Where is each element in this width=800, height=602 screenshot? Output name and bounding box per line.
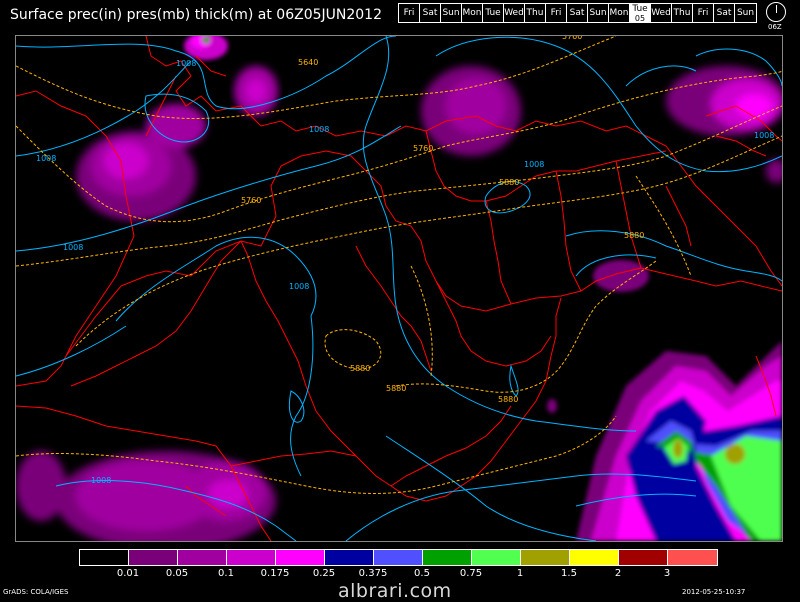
- day-tab-label: Fri: [697, 8, 709, 18]
- thickness-label: 5880: [499, 178, 519, 187]
- legend-label: 3: [663, 568, 671, 579]
- precip-blob-southeast: [576, 341, 782, 541]
- thickness-label: 5760: [413, 144, 433, 153]
- map-title: Surface prec(in) pres(mb) thick(m) at 06…: [10, 7, 382, 23]
- color-legend-labels: 0.01 0.05 0.1 0.175 0.25 0.375 0.5 0.75 1 1.5 2 3: [79, 568, 719, 580]
- day-tab-fri[interactable]: Fri: [693, 4, 714, 22]
- day-tab-label: Tue: [485, 8, 501, 18]
- day-tab-label: Wed: [651, 8, 671, 18]
- day-selector: Fri Sat Sun Mon Tue Wed Thu Fri Sat Sun Mon Tue 05 We…: [398, 3, 757, 23]
- day-tab-label: Thu: [673, 8, 691, 18]
- legend-swatch: [129, 550, 178, 565]
- day-tab-sat[interactable]: Sat: [714, 4, 735, 22]
- legend-swatch: [521, 550, 570, 565]
- day-tab-label: Mon: [609, 8, 629, 18]
- day-tab-label: Sun: [442, 8, 460, 18]
- weather-map-svg: 1008 1008 1008 1008 1008 1008 1008 1008 …: [16, 36, 782, 541]
- color-legend-bar: [79, 549, 718, 566]
- day-tab-wed[interactable]: Wed: [651, 4, 672, 22]
- legend-label: 0.175: [260, 568, 290, 579]
- day-tab-label: Thu: [526, 8, 544, 18]
- legend-label: 0.5: [414, 568, 430, 579]
- day-tab-label: Wed: [504, 8, 524, 18]
- grads-credit: GrADS: COLA/IGES: [3, 588, 69, 596]
- legend-label: 0.05: [165, 568, 189, 579]
- day-tab-label: Fri: [403, 8, 415, 18]
- legend-label: 0.375: [358, 568, 388, 579]
- day-tab-sun[interactable]: Sun: [441, 4, 462, 22]
- timestamp: 2012-05-25-10:37: [682, 588, 746, 596]
- day-tab-label: Fri: [550, 8, 562, 18]
- thickness-label: 5880: [386, 384, 406, 393]
- thickness-label: 5760: [241, 196, 261, 205]
- legend-swatch: [80, 550, 129, 565]
- day-tab-sun[interactable]: Sun: [735, 4, 756, 22]
- day-tab-thu[interactable]: Thu: [525, 4, 546, 22]
- pressure-label: 1008: [309, 125, 329, 134]
- watermark: albrari.com: [338, 580, 452, 602]
- day-tab-fri[interactable]: Fri: [546, 4, 567, 22]
- legend-swatch: [619, 550, 668, 565]
- day-tab-date: 05: [634, 14, 646, 23]
- thickness-label: 5760: [562, 36, 582, 41]
- day-tab-sat[interactable]: Sat: [420, 4, 441, 22]
- thickness-label: 5880: [498, 395, 518, 404]
- legend-swatch: [472, 550, 521, 565]
- legend-swatch: [423, 550, 472, 565]
- pressure-label: 1008: [36, 154, 56, 163]
- day-tab-label: Mon: [462, 8, 482, 18]
- legend-label: 0.25: [312, 568, 336, 579]
- pressure-label: 1008: [754, 131, 774, 140]
- day-tab-sat[interactable]: Sat: [567, 4, 588, 22]
- legend-swatch: [325, 550, 374, 565]
- legend-label: 0.01: [116, 568, 140, 579]
- day-tab-fri[interactable]: Fri: [399, 4, 420, 22]
- day-tab-mon[interactable]: Mon: [462, 4, 483, 22]
- legend-label: 1: [516, 568, 524, 579]
- day-tab-label: Sun: [589, 8, 607, 18]
- day-tab-tue[interactable]: Tue 05: [630, 4, 651, 23]
- pressure-label: 1008: [91, 476, 111, 485]
- legend-label: 2: [614, 568, 622, 579]
- clock-label: 06Z: [768, 23, 782, 31]
- thickness-label: 5880: [350, 364, 370, 373]
- legend-label: 0.75: [459, 568, 483, 579]
- day-tab-label: Sat: [422, 8, 438, 18]
- day-tab-mon[interactable]: Mon: [609, 4, 630, 22]
- legend-swatch: [178, 550, 227, 565]
- precip-blob-northwest: [76, 104, 206, 221]
- legend-swatch: [668, 550, 717, 565]
- day-tab-label: Sat: [569, 8, 585, 18]
- pressure-label: 1008: [63, 243, 83, 252]
- thickness-label: 5640: [298, 58, 318, 67]
- day-tab-thu[interactable]: Thu: [672, 4, 693, 22]
- day-tab-wed[interactable]: Wed: [504, 4, 525, 22]
- legend-swatch: [276, 550, 325, 565]
- thickness-label: 5880: [624, 231, 644, 240]
- legend-swatch: [227, 550, 276, 565]
- legend-label: 1.5: [561, 568, 577, 579]
- clock-icon: [766, 2, 786, 22]
- day-tab-tue[interactable]: Tue: [483, 4, 504, 22]
- pressure-label: 1008: [289, 282, 309, 291]
- pressure-label: 1008: [176, 59, 196, 68]
- day-tab-label: Sun: [736, 8, 755, 18]
- legend-label: 0.1: [218, 568, 234, 579]
- precip-blob-north-central: [421, 66, 521, 156]
- day-tab-label: Tue: [632, 4, 648, 14]
- day-tab-label: Sat: [716, 8, 732, 18]
- pressure-label: 1008: [524, 160, 544, 169]
- weather-map: 1008 1008 1008 1008 1008 1008 1008 1008 …: [15, 35, 783, 542]
- day-tab-sun[interactable]: Sun: [588, 4, 609, 22]
- legend-swatch: [374, 550, 423, 565]
- legend-swatch: [570, 550, 619, 565]
